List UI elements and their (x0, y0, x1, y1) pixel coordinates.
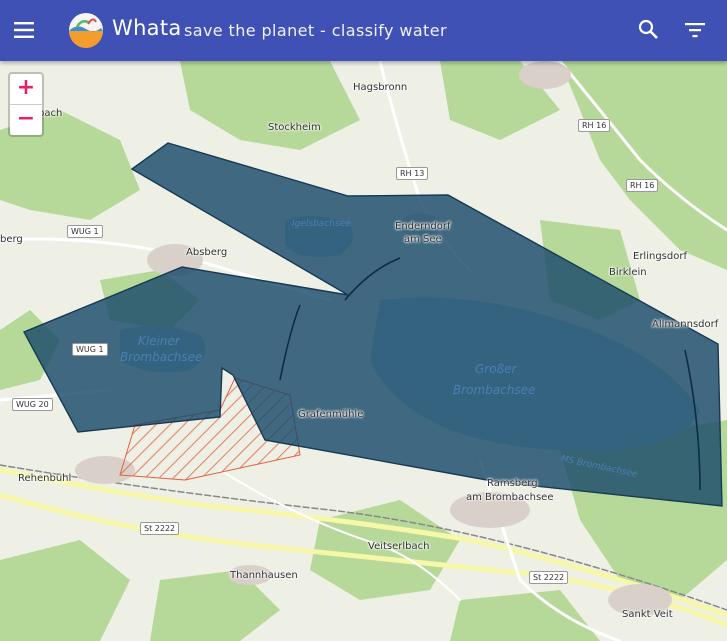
place-label: Hagsbronn (353, 82, 408, 93)
road-label: RH 13 (396, 167, 429, 180)
app-subtitle: save the planet - classify water (184, 21, 447, 40)
road-label: RH 16 (626, 179, 659, 192)
place-label: Sankt Veit (622, 609, 673, 620)
app-bar: Whata save the planet - classify water (0, 0, 727, 61)
place-label: am See (404, 234, 442, 245)
lake-label: Igelsbachsee (292, 219, 351, 229)
map-view[interactable]: Hagsbronn Stockheim bach berg Absberg En… (0, 61, 727, 641)
road-label: St 2222 (140, 522, 180, 535)
place-label: Grafenmühle (298, 409, 364, 420)
road-label: RH 16 (578, 119, 611, 132)
filter-button[interactable] (682, 17, 708, 43)
place-label: Birklein (609, 267, 647, 278)
whata-logo-icon (69, 13, 103, 48)
lake-label: Brombachsee (453, 383, 536, 397)
zoom-in-button[interactable]: + (10, 74, 42, 105)
lake-label: Brombachsee (120, 350, 203, 364)
road-label: WUG 1 (72, 343, 108, 356)
place-label: Veitserlbach (368, 541, 430, 552)
map-tiles (0, 61, 727, 641)
place-label: Thannhausen (230, 570, 298, 581)
place-label: am Brombachsee (466, 492, 554, 503)
place-label: berg (0, 234, 23, 245)
place-label: Ramsberg (487, 478, 538, 489)
search-button[interactable] (636, 17, 662, 43)
road-label: WUG 20 (12, 398, 53, 411)
app-title: Whata (112, 16, 182, 40)
lake-label: Großer (475, 362, 517, 376)
place-label: Enderndorf (395, 221, 451, 232)
menu-icon (14, 22, 34, 38)
place-label: Absberg (186, 247, 228, 258)
zoom-control: + − (8, 72, 44, 137)
lake-label: Kleiner (138, 334, 180, 348)
menu-button[interactable] (12, 18, 40, 42)
place-label: Allmannsdorf (652, 319, 719, 330)
road-label: WUG 1 (67, 225, 103, 238)
road-label: St 2222 (529, 571, 569, 584)
place-label: Erlingsdorf (633, 251, 687, 262)
place-label: Rehenbühl (18, 473, 72, 484)
zoom-out-button[interactable]: − (10, 105, 42, 135)
search-icon (638, 19, 658, 39)
filter-icon (685, 23, 705, 38)
place-label: Stockheim (268, 122, 321, 133)
